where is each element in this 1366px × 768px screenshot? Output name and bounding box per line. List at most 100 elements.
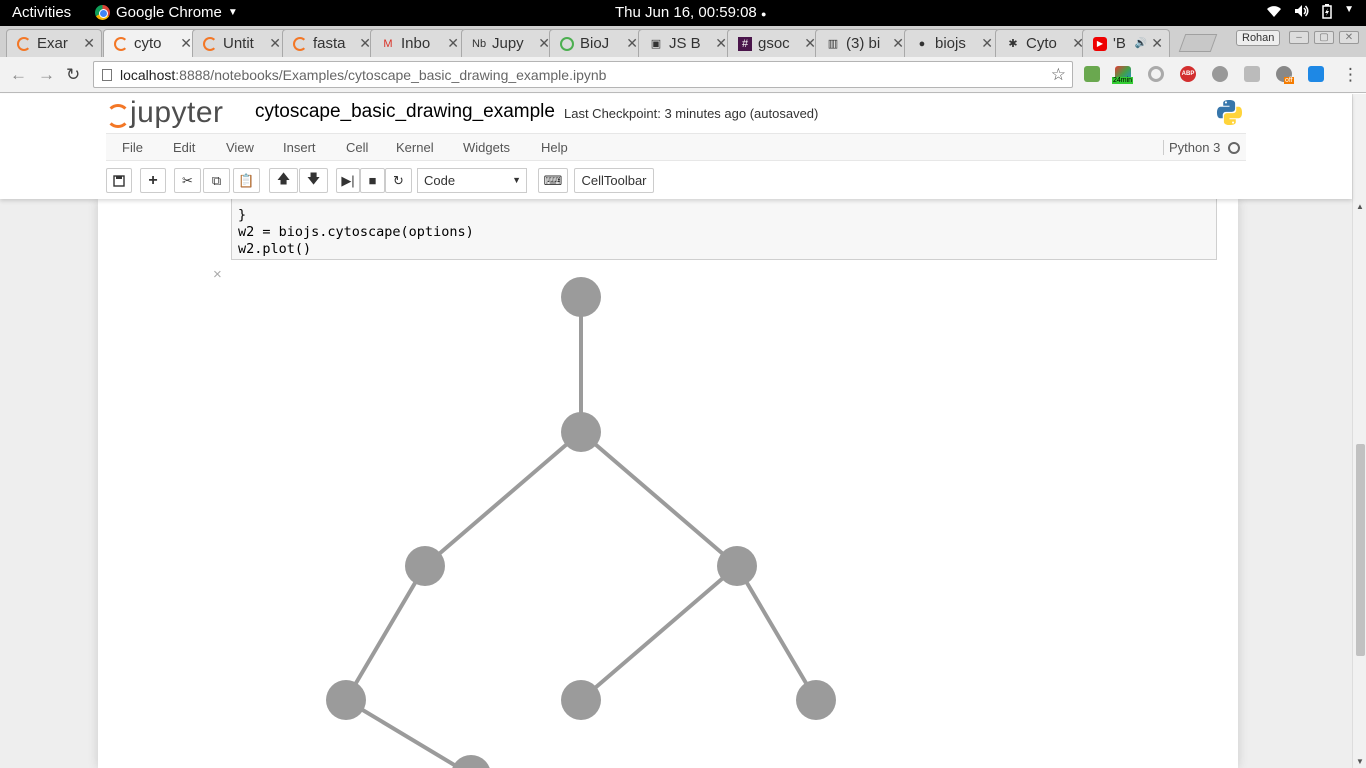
menu-help[interactable]: Help (541, 140, 568, 155)
bookmark-star-icon[interactable]: ☆ (1051, 65, 1066, 85)
close-tab-icon[interactable]: ✕ (981, 35, 993, 52)
url-host: localhost (120, 66, 176, 83)
menu-cell[interactable]: Cell (346, 140, 368, 155)
graph-edge[interactable] (579, 430, 739, 568)
app-menu[interactable]: Google Chrome ▼ (95, 4, 238, 21)
close-window-button[interactable]: ✕ (1339, 31, 1359, 44)
graph-node[interactable] (405, 546, 445, 586)
scroll-up-arrow-icon[interactable]: ▲ (1356, 202, 1364, 211)
close-output-icon[interactable]: × (213, 266, 222, 283)
close-tab-icon[interactable]: ✕ (1151, 35, 1163, 52)
tab-title: biojs (935, 35, 966, 52)
run-cell-button[interactable]: ▶| (336, 168, 360, 193)
cytoscape-icon: ✱ (1008, 37, 1018, 50)
menu-widgets[interactable]: Widgets (463, 140, 510, 155)
menu-kernel[interactable]: Kernel (396, 140, 434, 155)
notebook-title[interactable]: cytoscape_basic_drawing_example (255, 101, 555, 123)
biojs-icon (560, 36, 574, 51)
browser-tab[interactable]: # gsoc ✕ (727, 29, 823, 57)
scrollbar-thumb[interactable] (1356, 444, 1365, 656)
menu-insert[interactable]: Insert (283, 140, 316, 155)
close-tab-icon[interactable]: ✕ (83, 35, 95, 52)
menu-edit[interactable]: Edit (173, 140, 195, 155)
insert-cell-button[interactable]: + (140, 168, 166, 193)
tab-title: cyto (134, 35, 162, 52)
celltoolbar-button[interactable]: CellToolbar (574, 168, 654, 193)
system-tray[interactable]: ▼ (1266, 4, 1354, 22)
graph-node[interactable] (561, 680, 601, 720)
cytoscape-graph-output[interactable] (230, 265, 1230, 768)
close-tab-icon[interactable]: ✕ (180, 35, 192, 52)
cell-type-select[interactable]: Code ▼ (417, 168, 527, 193)
tab-title: Cyto (1026, 35, 1057, 52)
graph-edge[interactable] (344, 698, 471, 768)
close-tab-icon[interactable]: ✕ (447, 35, 459, 52)
menu-file[interactable]: File (122, 140, 143, 155)
graph-edge[interactable] (735, 564, 818, 702)
address-bar[interactable]: localhost:8888/notebooks/Examples/cytosc… (93, 61, 1073, 88)
graph-edge[interactable] (344, 564, 427, 702)
close-tab-icon[interactable]: ✕ (269, 35, 281, 52)
code-cell-input[interactable]: } w2 = biojs.cytoscape(options) w2.plot() (231, 199, 1217, 260)
minimize-button[interactable]: – (1289, 31, 1309, 44)
close-tab-icon[interactable]: ✕ (892, 35, 904, 52)
close-tab-icon[interactable]: ✕ (715, 35, 727, 52)
back-button[interactable]: ← (10, 65, 27, 85)
chrome-menu-icon[interactable]: ⋮ (1342, 65, 1359, 85)
save-button[interactable] (106, 168, 132, 193)
browser-tab[interactable]: BioJ ✕ (549, 29, 645, 57)
browser-tab[interactable]: M Inbo ✕ (370, 29, 466, 57)
keyboard-shortcuts-button[interactable]: ⌨ (538, 168, 568, 193)
interrupt-button[interactable]: ■ (360, 168, 385, 193)
forward-button[interactable]: → (38, 65, 55, 85)
graph-node[interactable] (717, 546, 757, 586)
page-scrollbar[interactable]: ▲ ▼ (1352, 199, 1366, 768)
download-extension-icon[interactable] (1084, 66, 1100, 82)
browser-tab[interactable]: ▣ JS B ✕ (638, 29, 734, 57)
paste-button[interactable]: 📋 (233, 168, 260, 193)
browser-tab[interactable]: Untit ✕ (192, 29, 288, 57)
activities-button[interactable]: Activities (12, 4, 71, 21)
restart-kernel-button[interactable]: ↻ (385, 168, 412, 193)
scroll-down-arrow-icon[interactable]: ▼ (1356, 757, 1364, 766)
graph-node[interactable] (561, 412, 601, 452)
graph-node[interactable] (326, 680, 366, 720)
close-tab-icon[interactable]: ✕ (626, 35, 638, 52)
graph-node[interactable] (451, 755, 491, 768)
browser-tab[interactable]: ▥ (3) bi ✕ (815, 29, 911, 57)
grid-extension-icon[interactable] (1244, 66, 1260, 82)
profile-button[interactable]: Rohan (1236, 30, 1281, 46)
fiddler-extension-icon[interactable] (1212, 66, 1228, 82)
browser-tab[interactable]: cyto ✕ (103, 29, 199, 57)
graph-edge[interactable] (579, 564, 739, 702)
move-up-button[interactable]: 🡅 (269, 168, 298, 193)
maximize-button[interactable]: ▢ (1314, 31, 1334, 44)
graph-node[interactable] (561, 277, 601, 317)
reload-button[interactable]: ↻ (66, 65, 80, 85)
menu-view[interactable]: View (226, 140, 254, 155)
adblock-icon[interactable]: ABP (1180, 66, 1196, 82)
jupyter-header: jupyter cytoscape_basic_drawing_example … (0, 94, 1352, 199)
graph-node[interactable] (796, 680, 836, 720)
browser-tab[interactable]: Nb Jupy ✕ (461, 29, 557, 57)
new-tab-button[interactable] (1178, 34, 1218, 52)
browser-tab[interactable]: Exar ✕ (6, 29, 102, 57)
blue-extension-icon[interactable] (1308, 66, 1324, 82)
jupyter-logo[interactable]: jupyter (104, 96, 224, 130)
browser-tab[interactable]: ✱ Cyto ✕ (995, 29, 1091, 57)
move-down-button[interactable]: 🡇 (299, 168, 328, 193)
browser-tab[interactable]: ▶ 'B 🔊 ✕ (1082, 29, 1170, 57)
browser-tab[interactable]: ● biojs ✕ (904, 29, 1000, 57)
audio-playing-icon[interactable]: 🔊 (1135, 38, 1147, 49)
tab-title: Exar (37, 35, 68, 52)
circle-extension-icon[interactable] (1148, 66, 1164, 82)
battery-icon (1322, 4, 1332, 22)
cut-button[interactable]: ✂ (174, 168, 201, 193)
graph-edge[interactable] (423, 430, 583, 568)
wifi-icon (1266, 4, 1282, 22)
kernel-status-icon (1228, 142, 1240, 154)
clock[interactable]: Thu Jun 16, 00:59:08 ● (615, 4, 766, 21)
copy-button[interactable]: ⧉ (203, 168, 230, 193)
kernel-name[interactable]: Python 3 (1163, 140, 1220, 155)
browser-tab[interactable]: fasta ✕ (282, 29, 378, 57)
